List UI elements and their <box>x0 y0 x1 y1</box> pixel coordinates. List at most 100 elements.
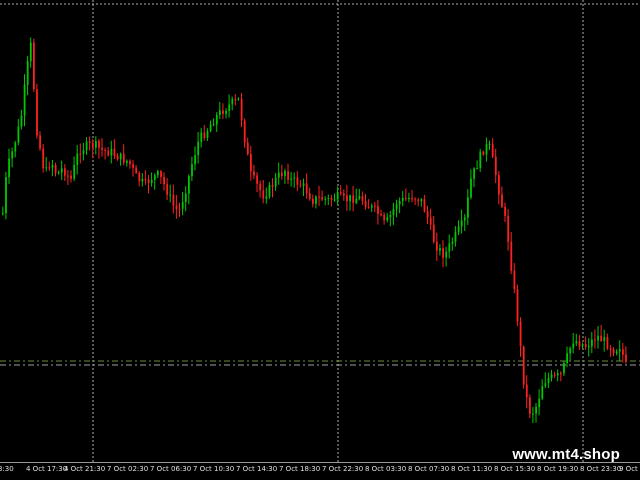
candle-body <box>119 153 122 160</box>
candle-body <box>305 183 308 194</box>
candle <box>560 371 562 382</box>
candle-body <box>147 179 150 184</box>
candle <box>386 212 389 223</box>
candle <box>597 326 599 349</box>
candle <box>184 186 187 212</box>
candle-body <box>405 198 407 200</box>
candle-body <box>436 241 438 251</box>
candle <box>194 146 196 171</box>
candle-body <box>60 168 63 173</box>
candle <box>302 178 305 197</box>
candle <box>451 237 454 251</box>
candle <box>460 209 463 234</box>
candle-body <box>281 172 283 176</box>
candle <box>160 169 162 184</box>
candle <box>76 145 79 175</box>
candle <box>153 173 156 190</box>
candle-body <box>625 354 627 361</box>
candle-body <box>346 195 348 202</box>
candle-body <box>39 135 41 149</box>
candle-body <box>377 206 379 215</box>
candle <box>609 344 612 357</box>
candle-body <box>82 150 85 154</box>
time-axis-label: 4 Oct 21:30 <box>64 465 106 473</box>
candle <box>107 146 110 157</box>
candle-body <box>544 383 547 387</box>
candle <box>615 349 618 356</box>
candle <box>70 170 72 183</box>
time-axis-label: 8 Oct 07:30 <box>408 465 450 473</box>
candle-body <box>234 99 237 101</box>
candle <box>231 96 234 111</box>
candle-body <box>355 198 358 203</box>
candle-body <box>253 171 255 176</box>
candle-body <box>587 346 590 348</box>
candle <box>529 394 531 419</box>
candle <box>181 191 184 216</box>
candle <box>333 193 336 202</box>
candle-body <box>157 171 159 176</box>
candle-body <box>513 270 516 290</box>
time-axis-label: 3:30 <box>0 465 14 473</box>
candle <box>312 194 314 208</box>
candle <box>64 164 66 181</box>
candle <box>494 148 497 184</box>
candle <box>507 209 510 251</box>
candle <box>504 202 506 222</box>
candle-body <box>268 184 271 197</box>
candle <box>163 172 165 191</box>
candle-body <box>14 142 17 152</box>
candle <box>54 162 57 177</box>
candle <box>246 137 249 156</box>
candle-body <box>597 335 599 341</box>
candle <box>389 210 392 227</box>
candle-body <box>48 167 51 169</box>
candle-body <box>507 215 510 242</box>
candle-body <box>172 194 175 206</box>
price-chart[interactable] <box>0 0 640 462</box>
candle <box>467 189 469 225</box>
candle <box>575 333 578 347</box>
candle <box>178 202 181 217</box>
candle <box>101 138 103 157</box>
time-axis-label: 8 Oct 11:30 <box>451 465 493 473</box>
candle-body <box>8 158 10 178</box>
candle <box>11 147 14 168</box>
candle-body <box>181 202 184 209</box>
candle-body <box>104 149 107 151</box>
candle <box>541 379 544 401</box>
candle-body <box>98 140 100 148</box>
candle-body <box>135 167 138 173</box>
candle-body <box>250 154 252 172</box>
candle <box>88 136 91 151</box>
candle-body <box>414 199 417 201</box>
candle-body <box>333 199 336 201</box>
candle <box>268 181 271 199</box>
candle <box>23 74 26 127</box>
candle-body <box>618 349 621 352</box>
candle <box>240 92 243 127</box>
candle-body <box>203 132 206 139</box>
candle <box>284 168 286 184</box>
candle <box>274 173 277 191</box>
candle <box>473 167 475 188</box>
candle-body <box>476 167 479 169</box>
chart-canvas[interactable] <box>0 0 640 462</box>
candle-body <box>448 243 451 252</box>
candle <box>113 139 116 160</box>
candle-body <box>45 167 48 169</box>
candle <box>538 389 541 416</box>
candle-body <box>197 141 200 156</box>
candle <box>85 137 88 155</box>
candle-body <box>470 178 472 198</box>
candle-body <box>380 214 382 216</box>
candle-body <box>479 151 482 168</box>
candle <box>67 170 69 185</box>
candle-body <box>519 321 522 347</box>
candle-body <box>504 206 506 216</box>
candle-body <box>578 341 581 347</box>
candle-body <box>482 151 485 155</box>
candle <box>330 194 333 207</box>
candle-body <box>302 183 305 186</box>
candle-body <box>408 197 410 200</box>
